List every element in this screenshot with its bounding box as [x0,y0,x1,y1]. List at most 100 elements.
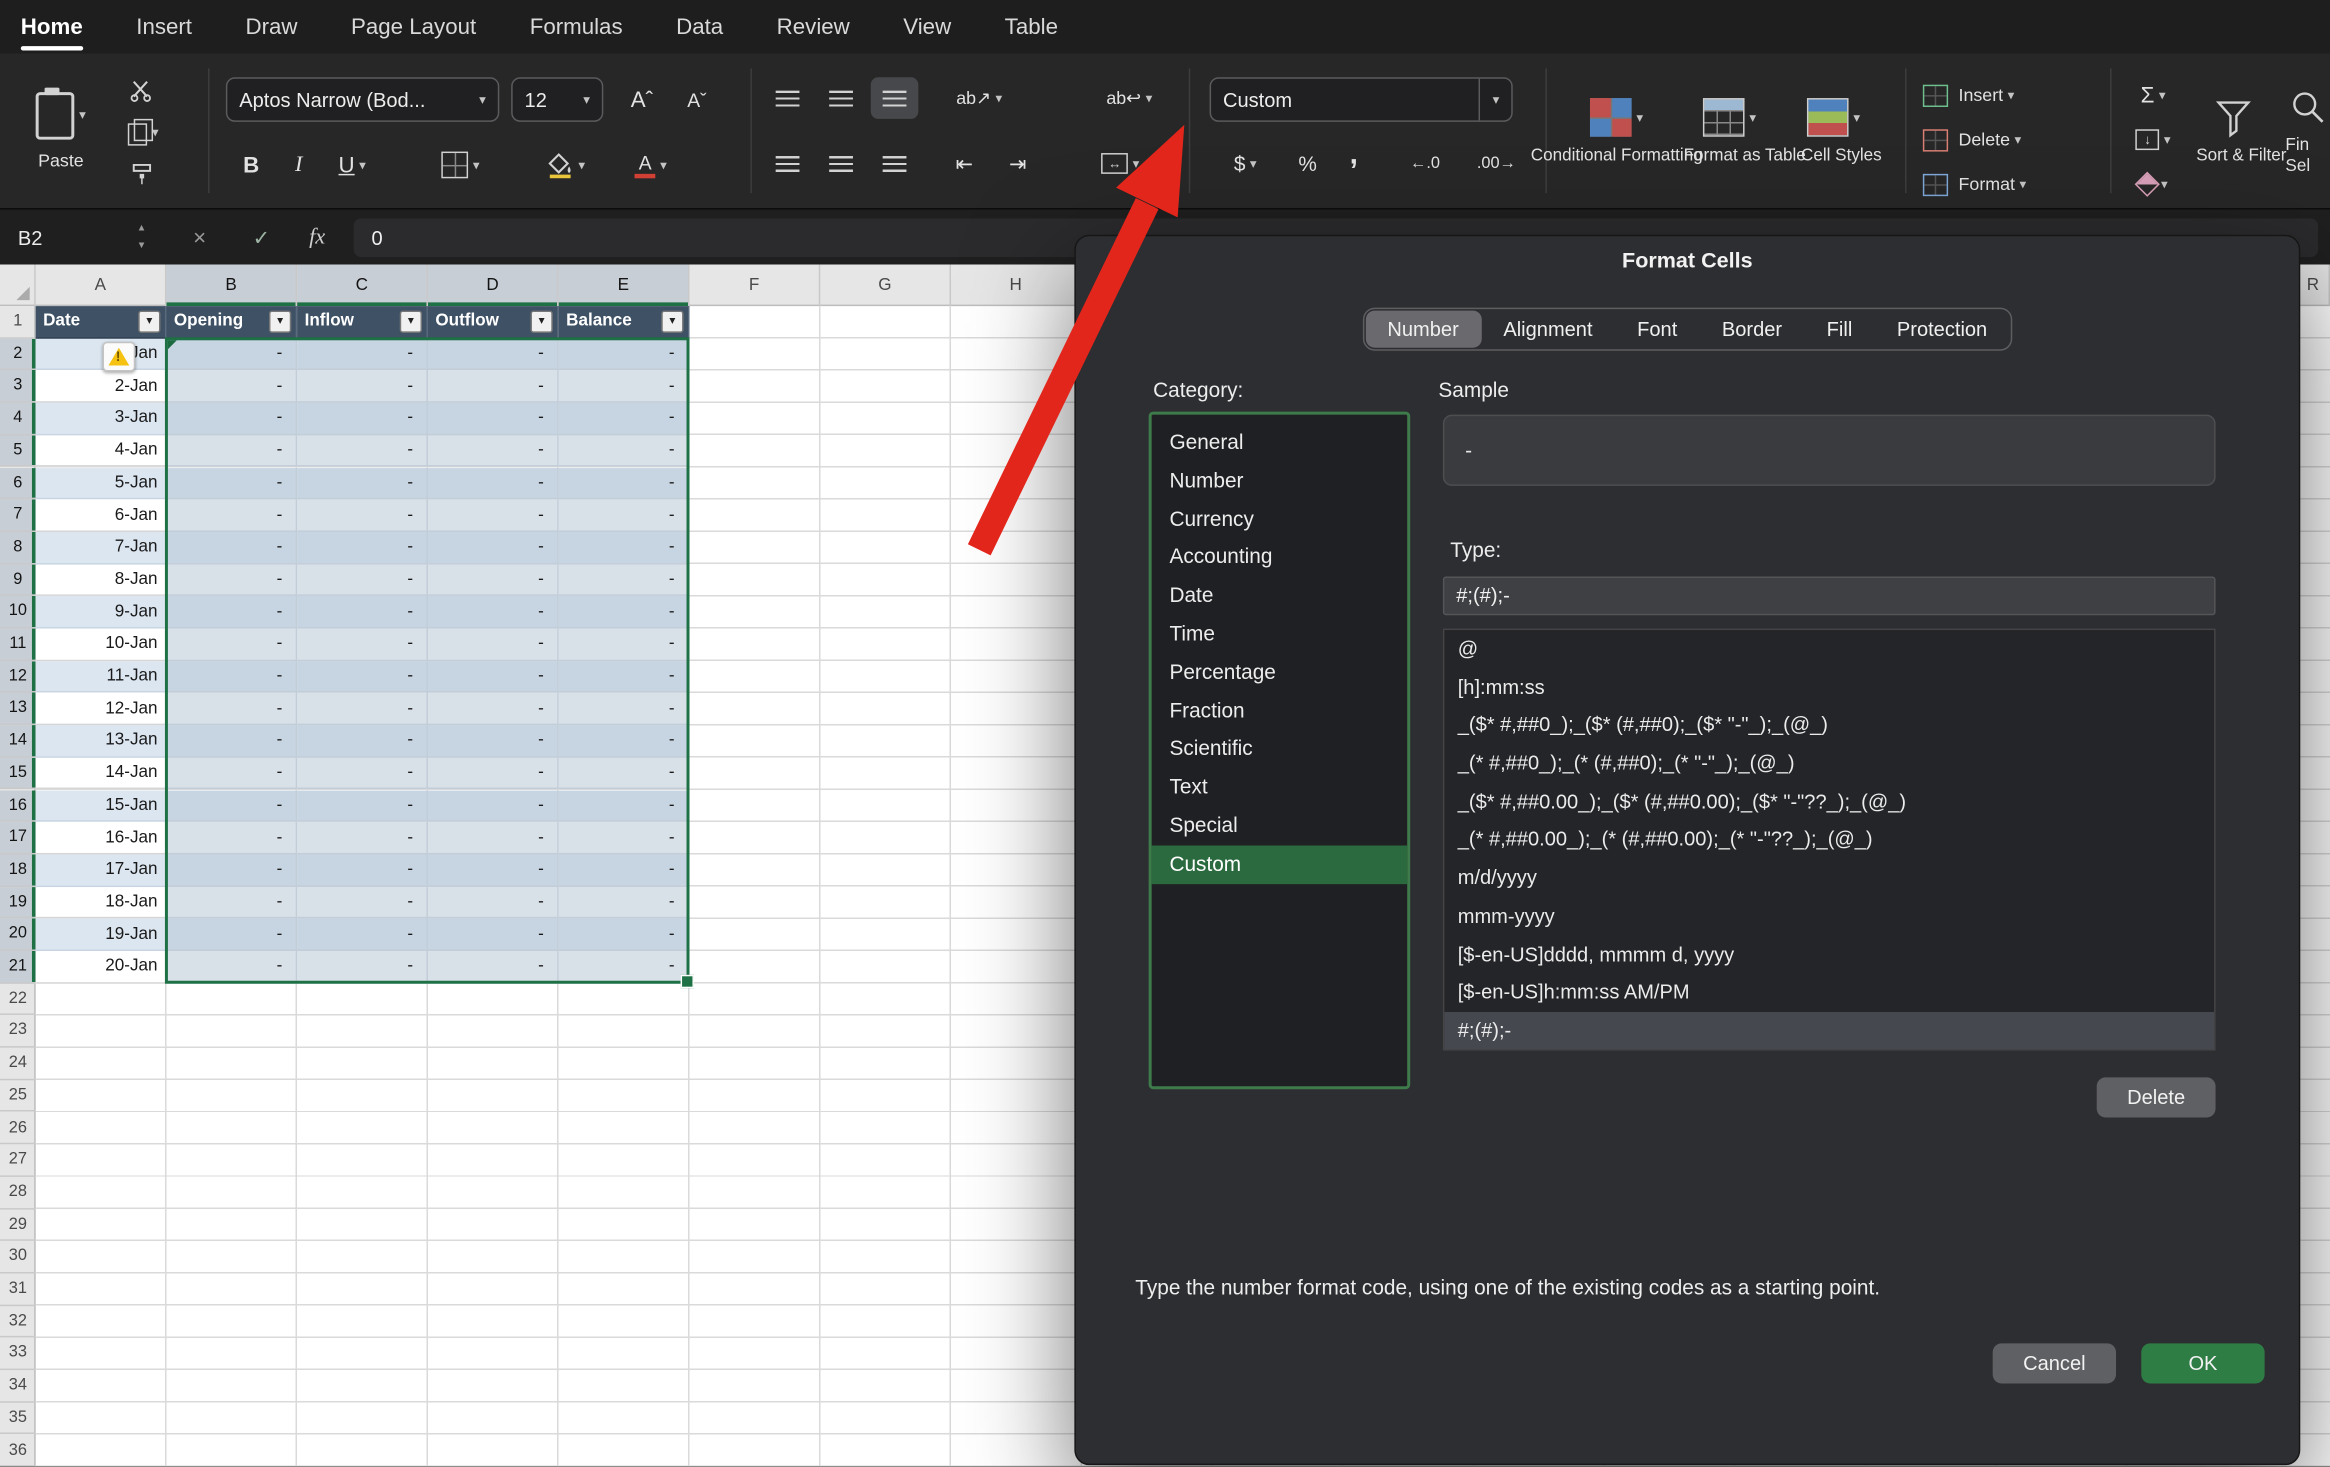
format-code-item[interactable]: m/d/yyyy [1444,859,2214,897]
font-color-button[interactable]: A ▾ [618,143,683,188]
align-bottom-button[interactable] [871,77,919,119]
column-header-r[interactable]: R [2297,265,2330,307]
ok-button[interactable]: OK [2141,1343,2264,1383]
table-header-inflow[interactable]: Inflow▾ [297,306,428,338]
row-header-25[interactable]: 25 [0,1080,36,1112]
format-code-item[interactable]: _(* #,##0.00_);_(* (#,##0.00);_(* "-"??_… [1444,821,2214,859]
column-header-f[interactable]: F [689,265,820,307]
table-header-outflow[interactable]: Outflow▾ [428,306,559,338]
column-header-d[interactable]: D [428,265,559,307]
column-header-b[interactable]: B [166,265,297,307]
cell-styles-button[interactable]: ▾ Cell Styles [1786,68,1881,196]
category-item-date[interactable]: Date [1152,577,1408,615]
menu-item-view[interactable]: View [903,14,951,39]
menu-item-table[interactable]: Table [1005,14,1058,39]
align-right-button[interactable] [871,143,919,185]
format-painter-button[interactable] [122,158,161,191]
autosum-button[interactable]: Σ ▾ [2122,77,2184,113]
category-item-general[interactable]: General [1152,424,1408,462]
bold-button[interactable]: B [229,143,274,188]
menu-item-data[interactable]: Data [676,14,723,39]
menu-item-review[interactable]: Review [777,14,850,39]
menu-item-page-layout[interactable]: Page Layout [351,14,476,39]
font-name-select[interactable]: Aptos Narrow (Bod... ▾ [226,77,499,122]
category-item-time[interactable]: Time [1152,615,1408,653]
column-header-e[interactable]: E [559,265,690,307]
tab-alignment[interactable]: Alignment [1481,311,1615,348]
tab-protection[interactable]: Protection [1875,311,2010,348]
row-header-26[interactable]: 26 [0,1112,36,1144]
row-header-9[interactable]: 9 [0,564,36,596]
format-code-item[interactable]: _($* #,##0_);_($* (#,##0);_($* "-"_);_(@… [1444,706,2214,744]
italic-button[interactable]: I [279,143,318,188]
row-header-1[interactable]: 1 [0,306,36,338]
column-header-g[interactable]: G [820,265,951,307]
column-header-c[interactable]: C [297,265,428,307]
row-header-31[interactable]: 31 [0,1273,36,1305]
row-header-18[interactable]: 18 [0,854,36,886]
format-code-item[interactable]: _($* #,##0.00_);_($* (#,##0.00);_($* "-"… [1444,783,2214,821]
category-item-fraction[interactable]: Fraction [1152,692,1408,730]
cancel-entry-icon[interactable]: × [193,210,206,266]
row-header-30[interactable]: 30 [0,1241,36,1273]
delete-cells-button[interactable]: Delete ▾ [1923,122,2095,158]
error-warning-button[interactable] [103,342,136,372]
category-item-text[interactable]: Text [1152,769,1408,807]
row-header-12[interactable]: 12 [0,661,36,693]
sort-filter-button[interactable]: Sort & Filter [2190,68,2276,196]
cut-button[interactable] [122,74,161,107]
align-center-button[interactable] [817,143,865,185]
category-item-accounting[interactable]: Accounting [1152,539,1408,577]
format-code-item[interactable]: [h]:mm:ss [1444,668,2214,706]
format-code-item[interactable]: [$-en-US]dddd, mmmm d, yyyy [1444,935,2214,973]
comma-format-button[interactable]: , [1334,134,1373,176]
table-header-date[interactable]: Date▾ [36,306,167,338]
category-item-scientific[interactable]: Scientific [1152,730,1408,768]
category-item-special[interactable]: Special [1152,807,1408,845]
merge-center-button[interactable]: ↔ ▾ [1088,143,1153,185]
insert-function-icon[interactable]: fx [309,210,325,266]
decrease-indent-button[interactable]: ⇤ [942,143,987,185]
row-header-5[interactable]: 5 [0,435,36,467]
insert-cells-button[interactable]: Insert ▾ [1923,77,2095,113]
format-code-item[interactable]: mmm-yyyy [1444,897,2214,935]
row-header-7[interactable]: 7 [0,500,36,532]
row-header-33[interactable]: 33 [0,1338,36,1370]
align-top-button[interactable] [764,77,812,119]
delete-format-button[interactable]: Delete [2097,1077,2216,1117]
row-header-13[interactable]: 13 [0,693,36,725]
find-select-button[interactable]: Fin Sel [2285,68,2330,196]
filter-button-date[interactable]: ▾ [138,310,160,332]
format-code-item[interactable]: [$-en-US]h:mm:ss AM/PM [1444,974,2214,1012]
row-header-8[interactable]: 8 [0,532,36,564]
row-header-21[interactable]: 21 [0,951,36,983]
confirm-entry-icon[interactable]: ✓ [253,210,270,266]
select-all-corner[interactable] [0,265,36,307]
currency-format-button[interactable]: $ ▾ [1216,143,1275,185]
column-header-h[interactable]: H [951,265,1082,307]
number-format-arrow[interactable]: ▾ [1479,79,1511,121]
table-header-balance[interactable]: Balance▾ [559,306,690,338]
row-header-15[interactable]: 15 [0,758,36,790]
row-header-29[interactable]: 29 [0,1209,36,1241]
format-code-item[interactable]: #;(#);- [1444,1012,2214,1050]
align-left-button[interactable] [764,143,812,185]
row-header-2[interactable]: 2 [0,338,36,370]
fill-button[interactable]: ↓ ▾ [2122,122,2184,158]
conditional-formatting-button[interactable]: ▾ Conditional Formatting [1557,68,1676,196]
row-header-17[interactable]: 17 [0,822,36,854]
menu-item-home[interactable]: Home [21,14,83,39]
tab-fill[interactable]: Fill [1804,311,1874,348]
row-header-32[interactable]: 32 [0,1306,36,1338]
menu-item-insert[interactable]: Insert [136,14,192,39]
increase-decimal-button[interactable]: ←.0 [1394,143,1456,185]
type-input[interactable]: #;(#);- [1443,577,2216,616]
category-item-currency[interactable]: Currency [1152,500,1408,538]
row-header-20[interactable]: 20 [0,919,36,951]
menu-item-formulas[interactable]: Formulas [530,14,623,39]
tab-font[interactable]: Font [1615,311,1700,348]
row-header-28[interactable]: 28 [0,1177,36,1209]
copy-button[interactable]: ▾ [122,116,161,149]
borders-button[interactable]: ▾ [428,143,493,188]
row-header-14[interactable]: 14 [0,725,36,757]
